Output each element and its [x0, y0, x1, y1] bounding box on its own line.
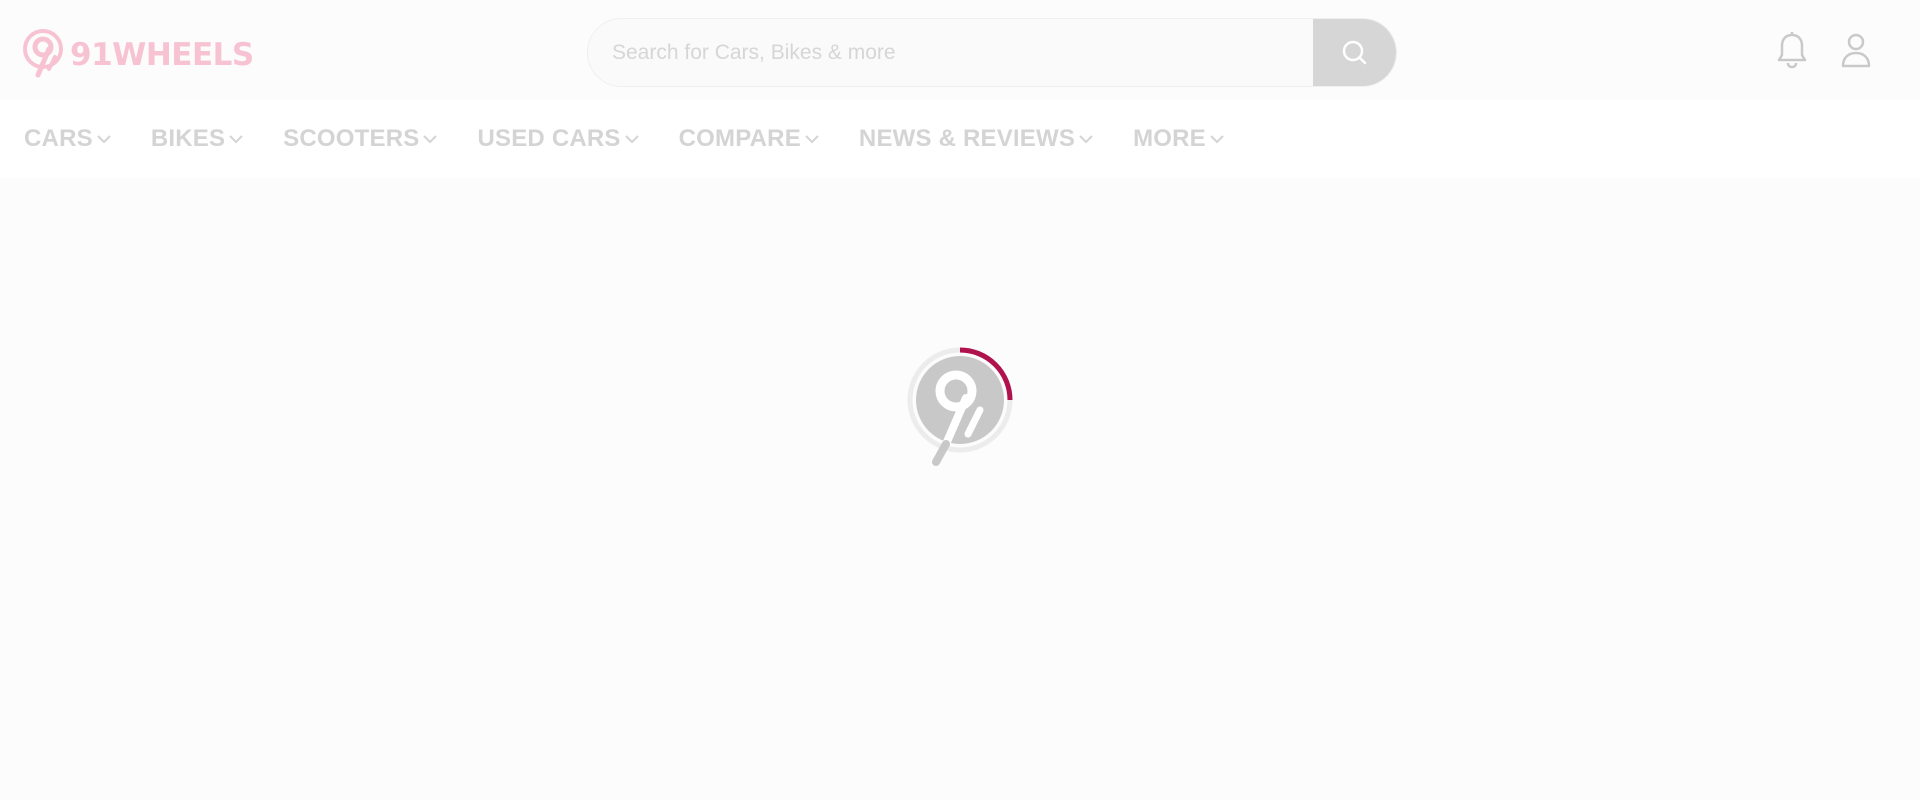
chevron-down-icon — [229, 135, 243, 144]
nav-item-scooters[interactable]: SCOOTERS — [283, 125, 438, 153]
user-icon — [1841, 33, 1871, 68]
nav-item-news-reviews[interactable]: NEWS & REVIEWS — [859, 125, 1093, 153]
nav-item-label: COMPARE — [678, 125, 801, 152]
main-nav: CARS BIKES SCOOTERS USED CARS COMPARE NE… — [0, 100, 1920, 178]
chevron-down-icon — [805, 135, 819, 144]
nav-item-label: BIKES — [150, 125, 226, 152]
chevron-down-icon — [97, 135, 111, 144]
nav-item-cars[interactable]: CARS — [24, 125, 111, 153]
logo-mark-icon — [23, 29, 63, 78]
brand-name: 91WHEELS — [70, 36, 254, 73]
page-loader — [906, 346, 1016, 466]
nav-item-label: USED CARS — [477, 125, 621, 152]
nav-item-label: MORE — [1133, 125, 1206, 152]
nav-item-bikes[interactable]: BIKES — [151, 125, 243, 153]
nav-item-label: CARS — [24, 125, 93, 152]
search-icon — [1342, 40, 1366, 64]
nav-item-compare[interactable]: COMPARE — [679, 125, 819, 153]
nav-item-label: SCOOTERS — [283, 125, 420, 152]
brand-logo[interactable]: 91WHEELS — [22, 28, 254, 82]
nav-item-label: NEWS & REVIEWS — [858, 125, 1076, 152]
search-bar — [587, 18, 1397, 87]
notifications-button[interactable] — [1775, 30, 1809, 70]
chevron-down-icon — [624, 135, 639, 144]
account-button[interactable] — [1839, 30, 1873, 70]
loading-spinner-icon — [907, 347, 1013, 466]
nav-item-more[interactable]: MORE — [1133, 125, 1224, 153]
main-content — [0, 178, 1920, 800]
chevron-down-icon — [1079, 135, 1093, 144]
nav-item-used-cars[interactable]: USED CARS — [477, 125, 639, 153]
header-actions — [1775, 30, 1873, 70]
nav-list: CARS BIKES SCOOTERS USED CARS COMPARE NE… — [24, 100, 1264, 178]
header: 91WHEELS — [0, 0, 1920, 100]
search-button[interactable] — [1313, 19, 1396, 86]
chevron-down-icon — [1210, 135, 1224, 144]
chevron-down-icon — [423, 135, 438, 144]
search-input[interactable] — [588, 19, 1313, 86]
bell-icon — [1777, 32, 1807, 69]
